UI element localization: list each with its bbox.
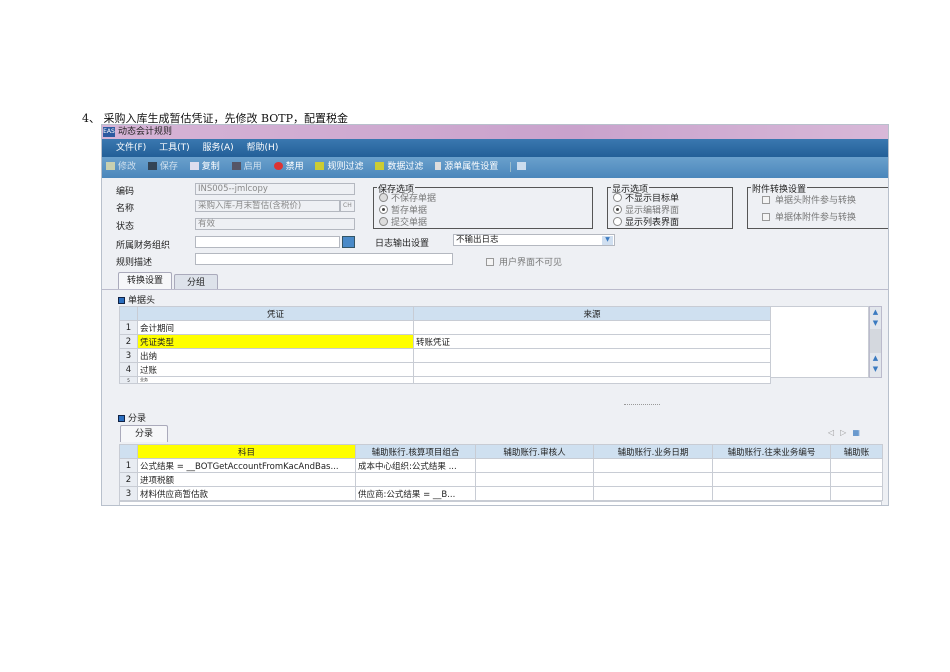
window-title: 动态会计规则: [118, 127, 173, 137]
copy-button[interactable]: 复制: [189, 162, 220, 172]
code-field[interactable]: INS005--jmlcopy: [195, 183, 355, 195]
checkbox-body-attach[interactable]: 单据体附件参与转换: [762, 210, 856, 223]
log-select[interactable]: 不输出日志: [453, 234, 615, 246]
tab-nav-icons[interactable]: ◁▷▦: [828, 428, 866, 437]
org-field[interactable]: [195, 236, 340, 248]
table-row[interactable]: 1 公式结果 = __BOTGetAccountFromKacAndBas... 成…: [119, 458, 883, 473]
source-attr-button[interactable]: 源单属性设置: [435, 162, 498, 172]
filter-icon: [375, 162, 385, 170]
arrow-up-icon[interactable]: ▲: [870, 307, 881, 318]
col-auditor: 辅助账行.审核人: [475, 444, 594, 459]
section-icon: [118, 415, 125, 422]
status-label: 状态: [116, 222, 135, 232]
col-source: 来源: [413, 306, 771, 321]
radio-submit[interactable]: 提交单据: [379, 215, 427, 228]
pencil-icon: [106, 162, 115, 170]
chevron-down-icon[interactable]: ▼: [602, 236, 613, 245]
data-filter-button[interactable]: 数据过滤: [375, 162, 423, 172]
exit-icon: [517, 162, 527, 170]
menu-file[interactable]: 文件(F): [116, 143, 146, 153]
search-icon[interactable]: [342, 236, 355, 248]
text-icon: [435, 162, 442, 170]
display-options-group: 显示选项 不显示目标单 显示编辑界面 显示列表界面: [607, 182, 733, 229]
invisible-checkbox[interactable]: 用户界面不可见: [486, 255, 562, 268]
arrow-down-icon[interactable]: ▼: [870, 318, 881, 329]
col-account: 科目: [137, 444, 356, 459]
log-label: 日志输出设置: [375, 239, 430, 249]
radio-list-view[interactable]: 显示列表界面: [613, 215, 679, 228]
code-label: 编码: [116, 187, 135, 197]
attachment-group: 附件转换设置 单据头附件参与转换 单据体附件参与转换: [747, 182, 888, 229]
save-icon: [147, 162, 157, 170]
scrollbar[interactable]: ▲ ▼ ▲ ▼: [869, 306, 882, 378]
table-row[interactable]: 2 凭证类型 转账凭证: [119, 334, 771, 349]
entry-table: 科目 辅助账行.核算项目组合 辅助账行.审核人 辅助账行.业务日期 辅助账行.往来业务编…: [119, 444, 883, 501]
col-combo: 辅助账行.核算项目组合: [355, 444, 476, 459]
table-row[interactable]: 3 出纳: [119, 348, 771, 363]
title-bar: EAS 动态会计规则: [102, 125, 888, 139]
tab-divider: [102, 289, 888, 290]
table-row[interactable]: 1 会计期间: [119, 320, 771, 335]
disable-icon: [273, 162, 283, 170]
desc-label: 规则描述: [116, 258, 153, 268]
checkbox-head-attach[interactable]: 单据头附件参与转换: [762, 193, 856, 206]
org-label: 所属财务组织: [116, 241, 171, 251]
menu-bar: 文件(F) 工具(T) 服务(A) 帮助(H): [102, 139, 888, 157]
name-field[interactable]: 采购入库-月末暂估(含税价): [195, 200, 340, 212]
exit-button[interactable]: [510, 162, 530, 172]
entry-table-blank: [119, 501, 882, 505]
col-voucher: 凭证: [137, 306, 414, 321]
copy-icon: [189, 162, 199, 170]
language-button[interactable]: CH: [340, 200, 355, 212]
col-date: 辅助账行.业务日期: [593, 444, 713, 459]
menu-help[interactable]: 帮助(H): [247, 143, 279, 153]
desc-field[interactable]: [195, 253, 453, 265]
app-window: EAS 动态会计规则 文件(F) 工具(T) 服务(A) 帮助(H) 修改 保存…: [101, 124, 889, 506]
save-button[interactable]: 保存: [147, 162, 178, 172]
enable-button[interactable]: 启用: [231, 162, 262, 172]
disable-button[interactable]: 禁用: [273, 162, 304, 172]
col-biz-no: 辅助账行.往来业务编号: [712, 444, 831, 459]
header-table: 凭证 来源 1 会计期间 2 凭证类型 转账凭证 3 出纳 4 过账 5 业务: [119, 306, 771, 384]
toolbar: 修改 保存 复制 启用 禁用 规则过滤 数据过滤 源单属性设置: [102, 157, 888, 178]
status-field: 有效: [195, 218, 355, 230]
menu-tools[interactable]: 工具(T): [159, 143, 190, 153]
tab-group[interactable]: 分组: [174, 274, 218, 289]
rule-filter-button[interactable]: 规则过滤: [315, 162, 363, 172]
edit-button[interactable]: 修改: [106, 162, 136, 172]
menu-service[interactable]: 服务(A): [202, 143, 233, 153]
enable-icon: [231, 162, 241, 170]
table-row[interactable]: 5 业务: [119, 376, 771, 384]
save-options-group: 保存选项 不保存单据 暂存单据 提交单据: [373, 182, 593, 229]
table-blank-area: [770, 306, 869, 378]
tab-conversion[interactable]: 转换设置: [118, 272, 172, 289]
entry-section-title: 分录: [118, 411, 146, 424]
header-section-title: 单据头: [118, 293, 155, 306]
arrow-down-icon[interactable]: ▼: [870, 364, 881, 375]
name-label: 名称: [116, 204, 135, 214]
tab-entry[interactable]: 分录: [120, 425, 168, 442]
table-row[interactable]: 2 进项税额: [119, 472, 883, 487]
table-row[interactable]: 3 材料供应商暂估款 供应商:公式结果 = __B...: [119, 486, 883, 501]
arrow-up-icon[interactable]: ▲: [870, 353, 881, 364]
col-more: 辅助账: [830, 444, 883, 459]
filter-icon: [315, 162, 325, 170]
section-icon: [118, 297, 125, 304]
table-row[interactable]: 4 过账: [119, 362, 771, 377]
scroll-track[interactable]: [870, 329, 881, 353]
splitter-handle[interactable]: [624, 404, 660, 405]
eas-logo-icon: EAS: [103, 127, 115, 137]
